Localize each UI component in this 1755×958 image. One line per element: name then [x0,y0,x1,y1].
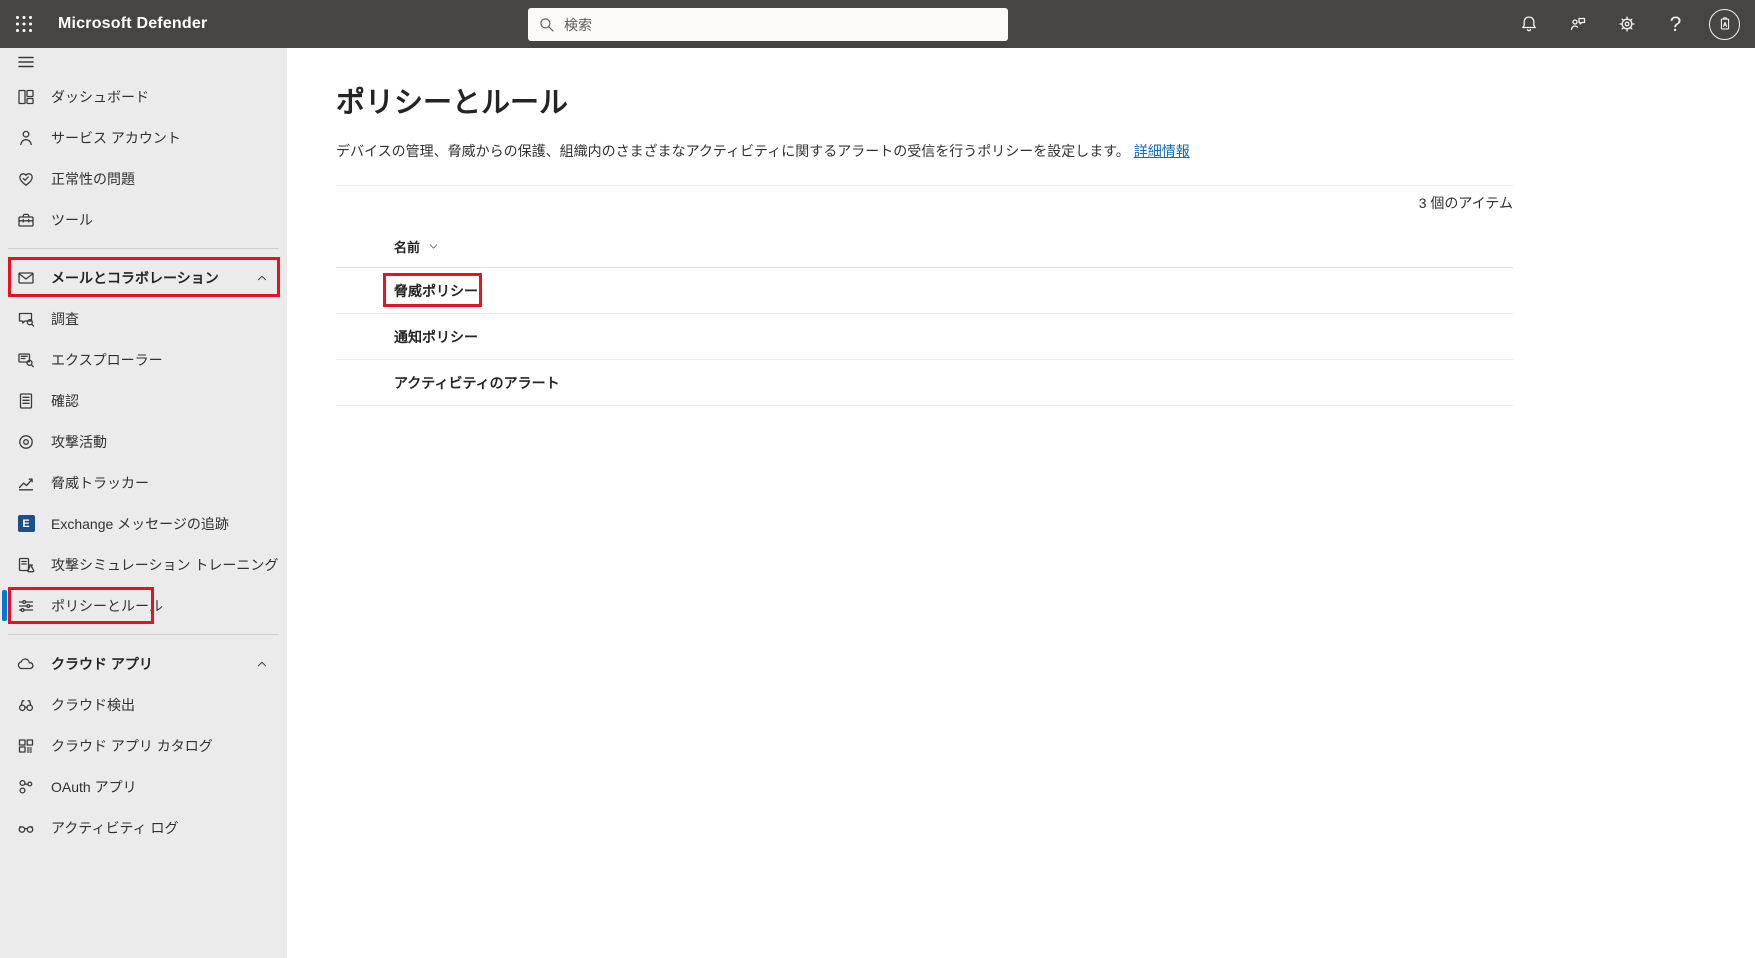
collapse-sidebar-button[interactable] [0,48,287,76]
line-chart-icon [16,473,36,493]
dashboard-icon [16,87,36,107]
sidebar-item-health-issues[interactable]: 正常性の問題 [0,158,287,199]
sidebar-item-attack-simulation-training[interactable]: 攻撃シミュレーション トレーニング [0,544,287,585]
settings-button[interactable] [1602,0,1651,48]
sidebar-item-investigation[interactable]: 調査 [0,298,287,339]
sidebar-item-label: クラウド検出 [51,695,135,715]
sidebar-item-label: クラウド アプリ カタログ [51,736,213,756]
topbar: Microsoft Defender ? [0,0,1755,48]
waffle-grid-icon [13,13,35,35]
table-row-alert-policy[interactable]: 通知ポリシー [336,314,1513,360]
sidebar-item-cloud-discovery[interactable]: クラウド検出 [0,684,287,725]
oauth-circles-icon [16,777,36,797]
search-icon [538,16,556,34]
mail-icon [16,268,36,288]
sidebar-item-label: ツール [51,210,93,230]
account-button[interactable] [1700,0,1749,48]
sidebar-item-oauth-apps[interactable]: OAuth アプリ [0,766,287,807]
service-account-icon [16,128,36,148]
bell-icon [1519,14,1539,34]
document-flask-icon [16,555,36,575]
glasses-icon [16,818,36,838]
row-label: 通知ポリシー [394,327,478,347]
learn-more-link[interactable]: 詳細情報 [1134,143,1190,159]
app-title: Microsoft Defender [58,15,207,33]
row-label: アクティビティのアラート [394,373,560,393]
binoculars-icon [16,695,36,715]
gear-icon [1617,14,1637,34]
sidebar-item-review[interactable]: 確認 [0,380,287,421]
sidebar-item-tools[interactable]: ツール [0,199,287,240]
global-search[interactable] [528,8,1008,41]
search-input[interactable] [564,17,998,33]
sidebar-item-service-account[interactable]: サービス アカウント [0,117,287,158]
sidebar-item-label: OAuth アプリ [51,777,137,797]
sidebar-item-label: ダッシュボード [51,87,149,107]
toolbox-icon [16,210,36,230]
notifications-button[interactable] [1504,0,1553,48]
table-row-activity-alerts[interactable]: アクティビティのアラート [336,360,1513,406]
sidebar-section-email-collaboration[interactable]: メールとコラボレーション [0,257,287,298]
investigation-icon [16,309,36,329]
sidebar-item-exchange-message-trace[interactable]: E Exchange メッセージの追跡 [0,503,287,544]
chevron-down-icon [427,240,440,253]
content-divider [336,185,1513,186]
topbar-actions: ? [1504,0,1749,48]
avatar [1709,9,1740,40]
sidebar-item-label: 脅威トラッカー [51,473,149,493]
chevron-up-icon [255,271,269,285]
document-list-icon [16,391,36,411]
explorer-icon [16,350,36,370]
target-icon [16,432,36,452]
sidebar-item-cloud-app-catalog[interactable]: クラウド アプリ カタログ [0,725,287,766]
feedback-icon [1568,14,1588,34]
row-label: 脅威ポリシー [394,281,478,301]
sidebar-item-label: 調査 [51,309,79,329]
sidebar-divider [8,634,279,635]
id-badge-icon [1716,15,1734,33]
column-header-label: 名前 [394,237,420,256]
sidebar-item-label: 攻撃シミュレーション トレーニング [51,555,278,575]
sidebar-item-label: メールとコラボレーション [51,268,219,288]
sidebar-item-label: エクスプローラー [51,350,163,370]
sidebar-item-label: Exchange メッセージの追跡 [51,514,229,534]
description-text: デバイスの管理、脅威からの保護、組織内のさまざまなアクティビティに関するアラート… [336,143,1130,159]
health-heart-icon [16,169,36,189]
sidebar-item-label: ポリシーとルール [51,596,163,616]
sidebar-item-policies-rules[interactable]: ポリシーとルール [0,585,287,626]
sidebar-divider [8,248,279,249]
page-title: ポリシーとルール [336,86,1513,120]
feedback-button[interactable] [1553,0,1602,48]
sidebar-item-label: サービス アカウント [51,128,181,148]
sidebar-item-label: 正常性の問題 [51,169,135,189]
catalog-grid-icon [16,736,36,756]
active-item-indicator [2,590,7,621]
sidebar-item-threat-tracker[interactable]: 脅威トラッカー [0,462,287,503]
sidebar: ダッシュボード サービス アカウント 正常性の問題 ツール [0,48,287,958]
sidebar-item-dashboard[interactable]: ダッシュボード [0,76,287,117]
main-content: ポリシーとルール デバイスの管理、脅威からの保護、組織内のさまざまなアクティビテ… [287,48,1755,958]
sidebar-item-explorer[interactable]: エクスプローラー [0,339,287,380]
help-icon: ? [1670,14,1682,35]
exchange-logo-icon: E [16,514,36,534]
hamburger-icon [16,52,36,72]
page-description: デバイスの管理、脅威からの保護、組織内のさまざまなアクティビティに関するアラート… [336,141,1513,161]
sidebar-section-cloud-apps[interactable]: クラウド アプリ [0,643,287,684]
app-launcher-icon[interactable] [0,0,48,48]
cloud-icon [16,654,36,674]
sidebar-item-label: アクティビティ ログ [51,818,179,838]
item-count: 3 個のアイテム [336,193,1513,213]
sidebar-item-activity-log[interactable]: アクティビティ ログ [0,807,287,848]
column-header-name[interactable]: 名前 [336,235,1513,257]
table-row-threat-policy[interactable]: 脅威ポリシー [336,268,1513,314]
sidebar-item-attack-campaigns[interactable]: 攻撃活動 [0,421,287,462]
sliders-icon [16,596,36,616]
chevron-up-icon [255,657,269,671]
sidebar-item-label: クラウド アプリ [51,654,153,674]
sidebar-item-label: 攻撃活動 [51,432,107,452]
sidebar-item-label: 確認 [51,391,79,411]
help-button[interactable]: ? [1651,0,1700,48]
